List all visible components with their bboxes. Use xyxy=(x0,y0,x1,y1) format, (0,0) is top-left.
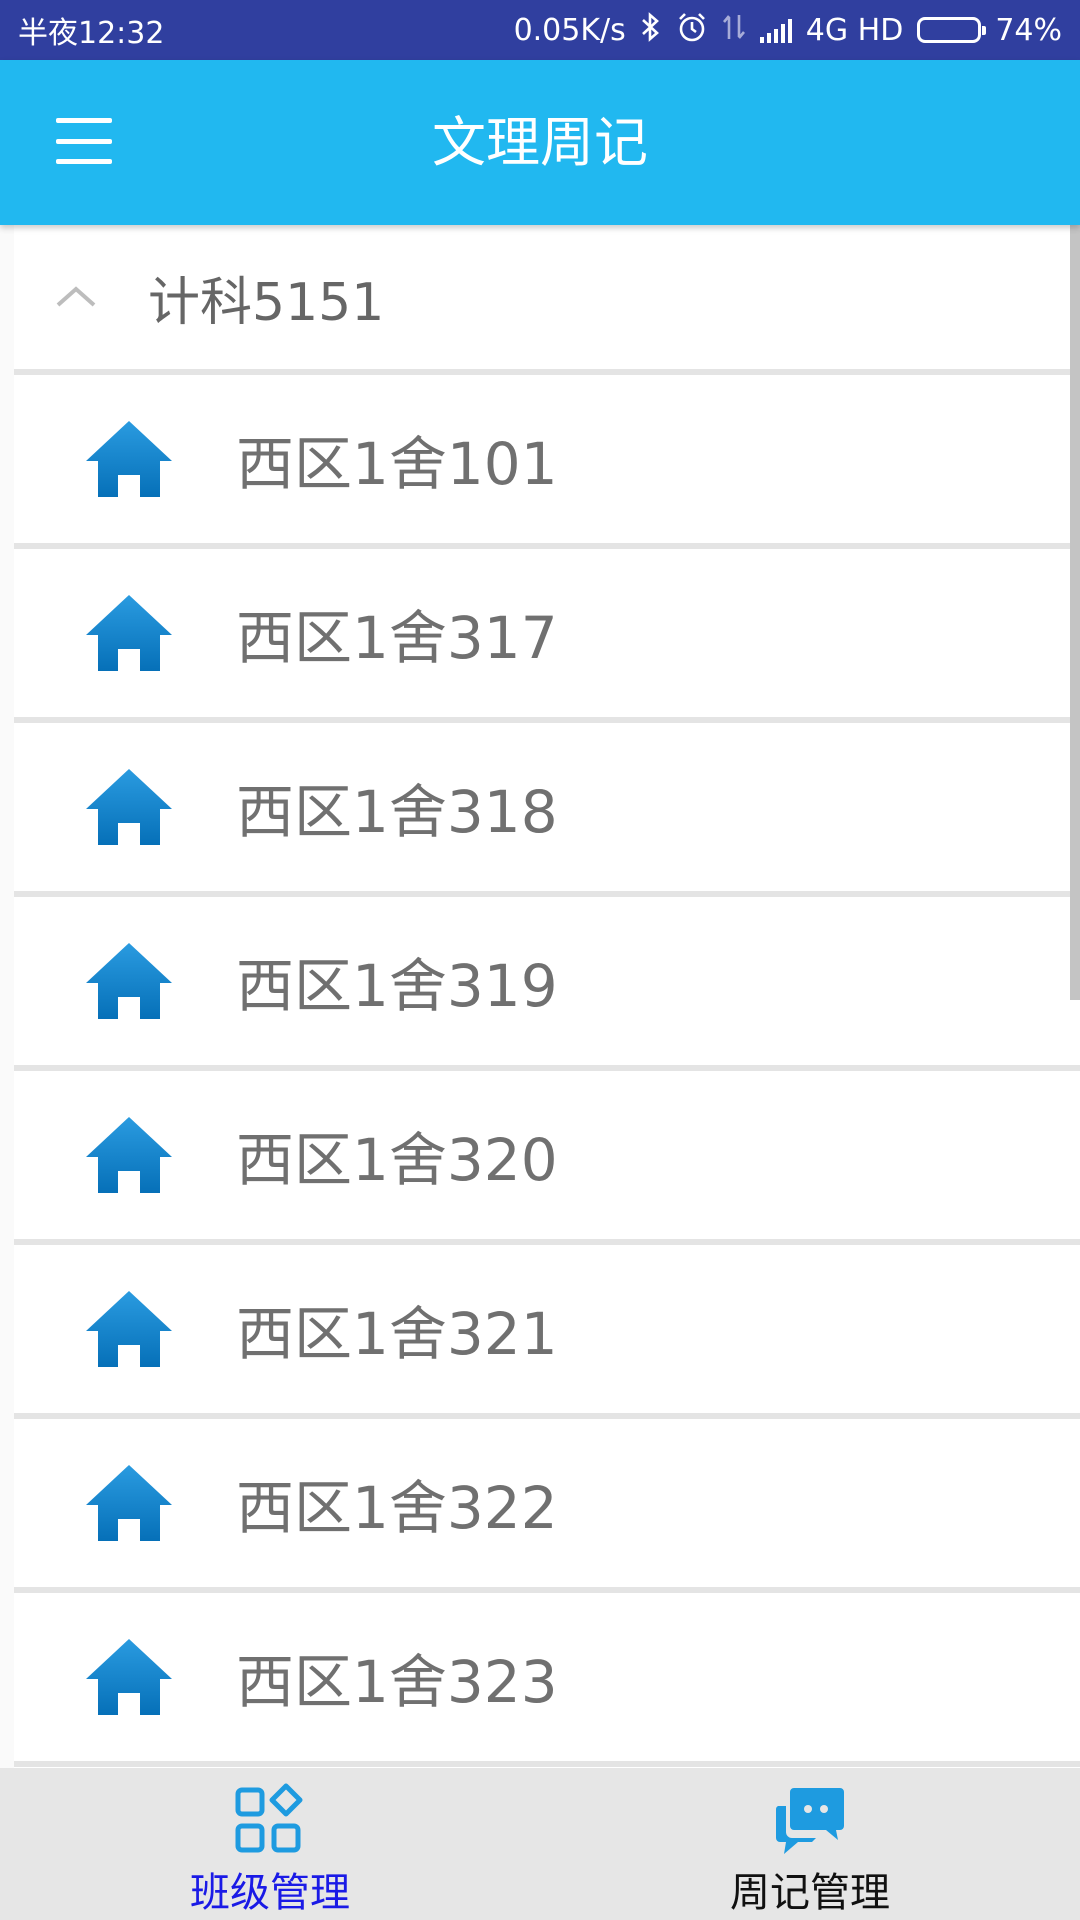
house-icon xyxy=(86,421,172,497)
group-label: 计科5151 xyxy=(148,272,385,333)
status-bar: 半夜12:32 0.05K/s 4G HD 74% xyxy=(0,0,1080,60)
nav-label-class-management: 班级管理 xyxy=(190,1870,350,1916)
room-row[interactable]: 西区1舍318 xyxy=(14,723,1080,897)
room-label: 西区1舍101 xyxy=(236,430,558,498)
room-row[interactable]: 西区1舍319 xyxy=(14,897,1080,1071)
room-list: 西区1舍101 西区1舍317 西区1舍318 西区1舍319 西区1舍320 西区1舍3… xyxy=(14,375,1080,1767)
nav-item-class-management[interactable]: 班级管理 xyxy=(0,1768,540,1920)
data-arrows-icon xyxy=(722,11,746,49)
room-row[interactable]: 西区1舍321 xyxy=(14,1245,1080,1419)
room-row[interactable]: 西区1舍323 xyxy=(14,1593,1080,1767)
grid-apps-icon xyxy=(235,1783,303,1853)
room-label: 西区1舍322 xyxy=(236,1474,558,1542)
scrollbar[interactable] xyxy=(1070,225,1080,1000)
app-toolbar: 文理周记 xyxy=(0,60,1080,225)
house-icon xyxy=(86,595,172,671)
network-speed: 0.05K/s xyxy=(513,12,626,48)
room-label: 西区1舍319 xyxy=(236,952,558,1020)
room-label: 西区1舍320 xyxy=(236,1126,558,1194)
room-label: 西区1舍318 xyxy=(236,778,558,846)
room-label: 西区1舍323 xyxy=(236,1648,558,1716)
class-room-list: 计科5151 西区1舍101 西区1舍317 西区1舍318 西区1舍319 西区1舍3… xyxy=(14,225,1080,1768)
signal-icon xyxy=(759,17,792,43)
house-icon xyxy=(86,1117,172,1193)
status-time: 半夜12:32 xyxy=(18,16,165,51)
battery-percent: 74% xyxy=(995,12,1062,48)
room-row[interactable]: 西区1舍101 xyxy=(14,375,1080,549)
network-type: 4G HD xyxy=(805,12,904,48)
status-indicators: 0.05K/s 4G HD 74% xyxy=(514,11,1062,49)
room-row[interactable]: 西区1舍322 xyxy=(14,1419,1080,1593)
room-label: 西区1舍321 xyxy=(236,1300,558,1368)
bluetooth-icon xyxy=(640,11,662,49)
house-icon xyxy=(86,1639,172,1715)
chat-bubbles-icon xyxy=(775,1788,844,1854)
bottom-navigation: 班级管理 周记管理 xyxy=(0,1768,1080,1920)
nav-item-journal-management[interactable]: 周记管理 xyxy=(540,1768,1080,1920)
house-icon xyxy=(86,1465,172,1541)
content-left-edge xyxy=(0,225,14,1768)
chevron-up-icon xyxy=(56,286,96,307)
house-icon xyxy=(86,1291,172,1367)
house-icon xyxy=(86,943,172,1019)
battery-icon xyxy=(917,17,987,43)
room-row[interactable]: 西区1舍317 xyxy=(14,549,1080,723)
room-row[interactable]: 西区1舍320 xyxy=(14,1071,1080,1245)
house-icon xyxy=(86,769,172,845)
nav-label-journal-management: 周记管理 xyxy=(730,1870,890,1916)
group-header[interactable]: 计科5151 xyxy=(14,225,1080,375)
room-label: 西区1舍317 xyxy=(236,604,558,672)
page-title: 文理周记 xyxy=(432,111,648,174)
alarm-icon xyxy=(676,11,708,49)
